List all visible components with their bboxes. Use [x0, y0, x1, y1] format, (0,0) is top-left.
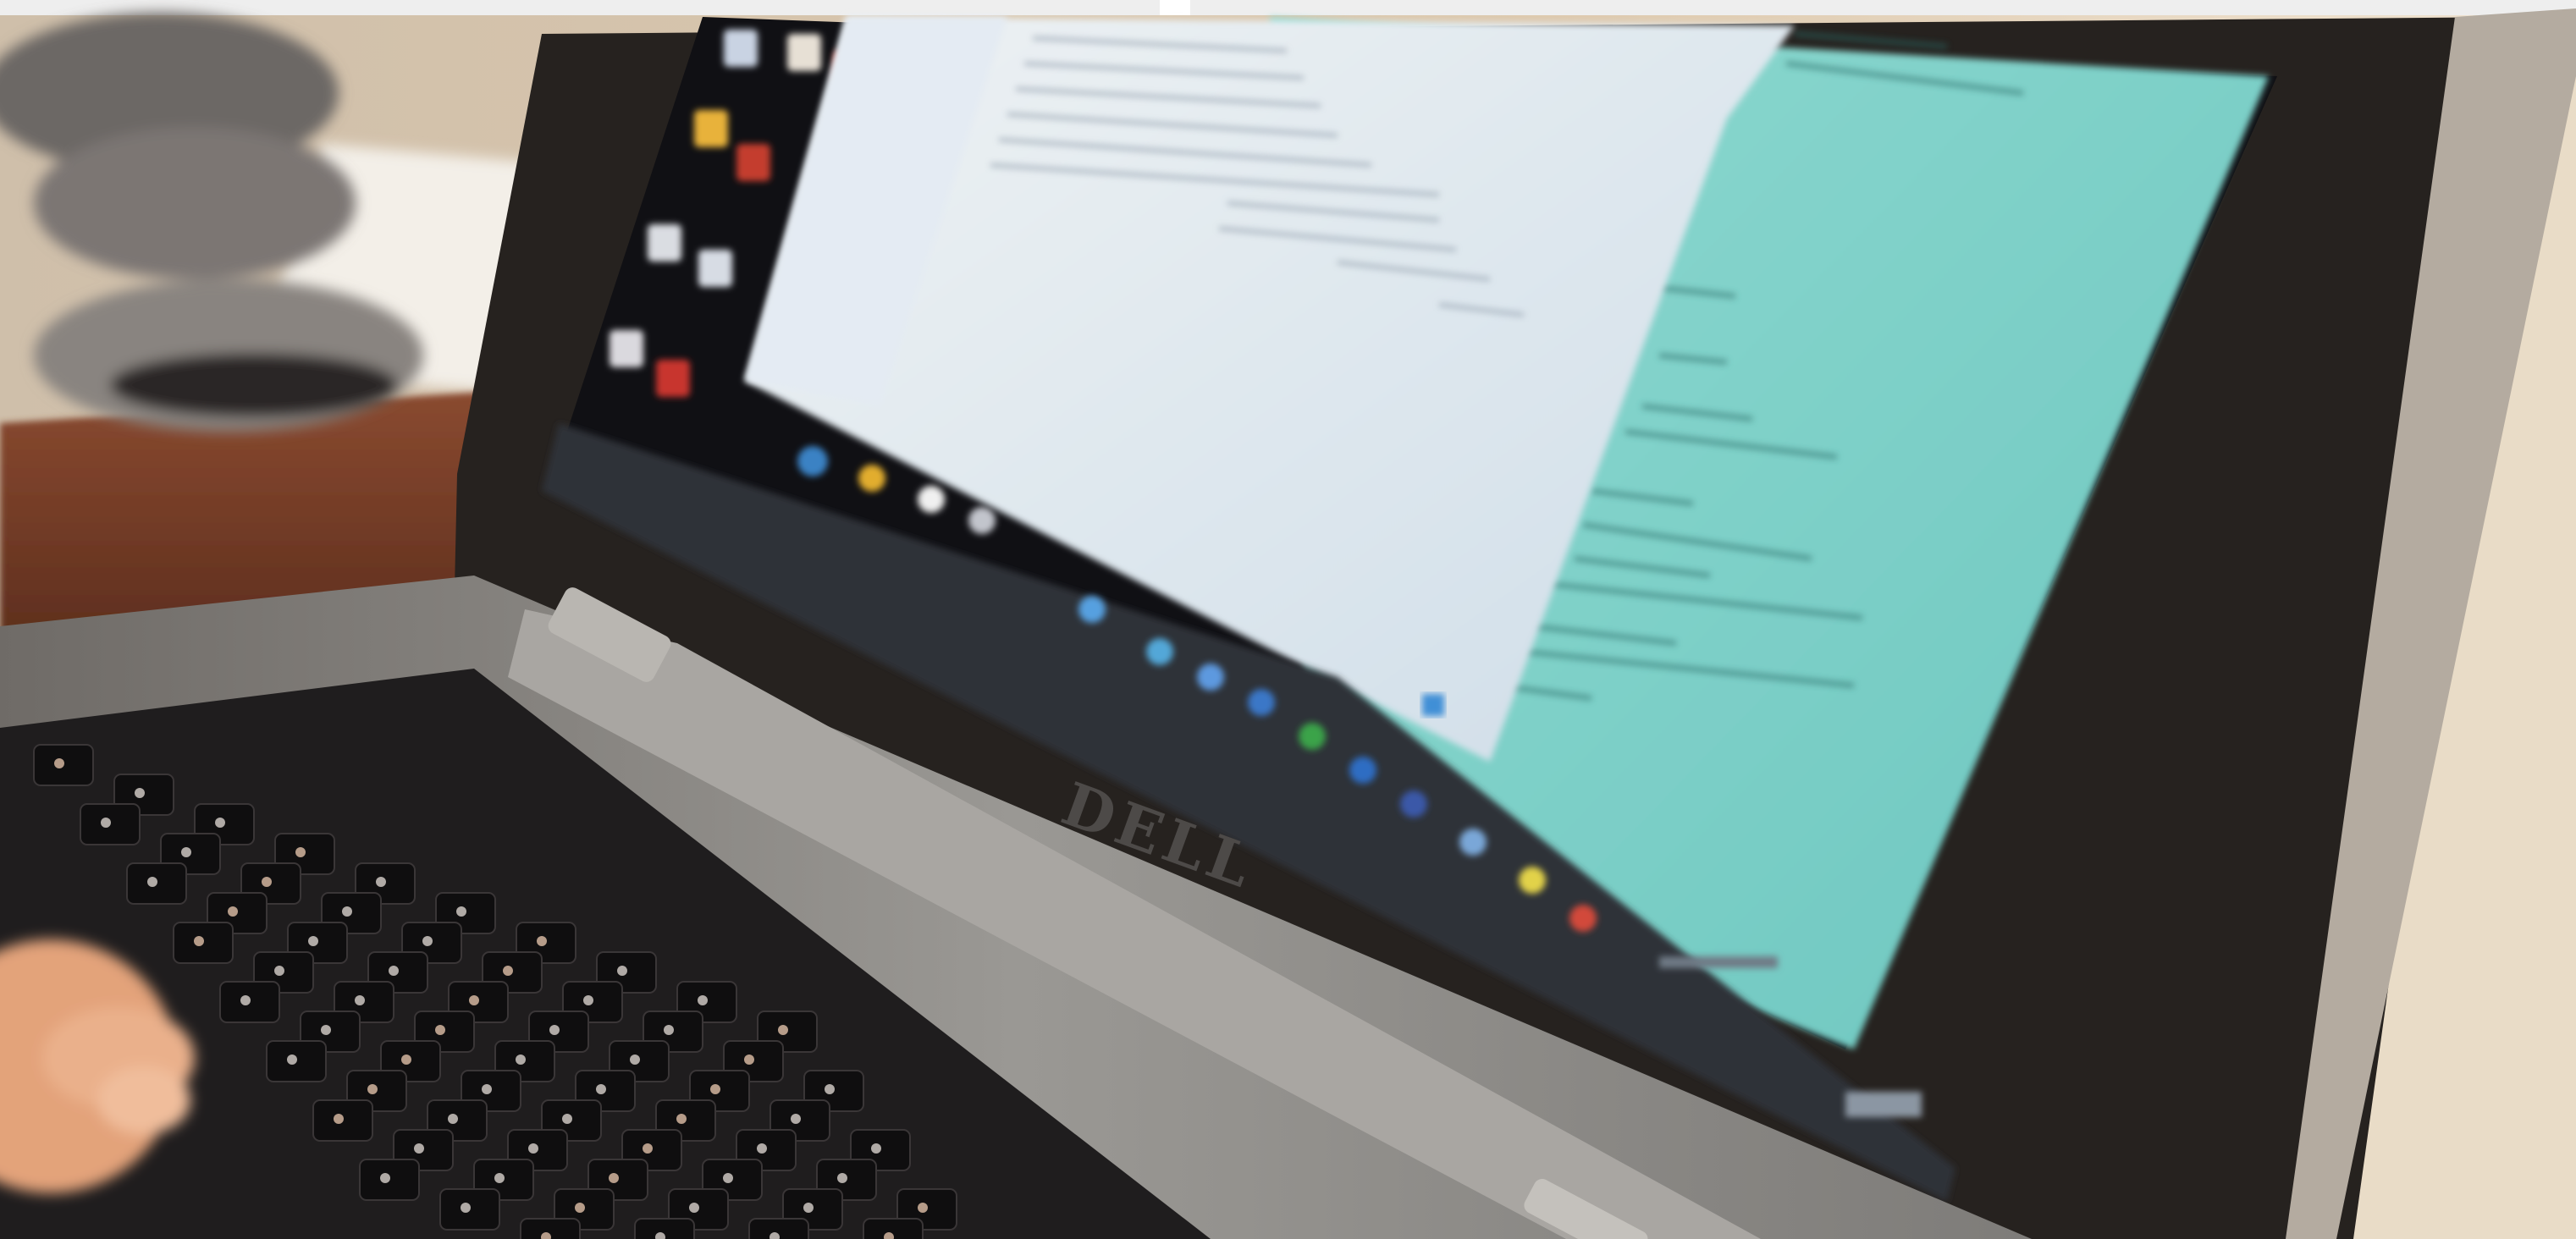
key-glyph [710, 1084, 720, 1094]
key-glyph [422, 936, 433, 946]
key-glyph [355, 995, 365, 1005]
key-glyph [461, 1203, 471, 1213]
key-glyph [367, 1084, 378, 1094]
key-glyph [240, 995, 251, 1005]
key-glyph [596, 1084, 606, 1094]
key-glyph [448, 1114, 458, 1124]
key-glyph [342, 906, 352, 917]
key-glyph [274, 966, 284, 976]
key-glyph [723, 1173, 733, 1183]
key-glyph [435, 1025, 445, 1035]
key-glyph [562, 1114, 572, 1124]
key-glyph [414, 1143, 424, 1154]
key-glyph [837, 1173, 847, 1183]
key-glyph [262, 877, 272, 887]
key-glyph [825, 1084, 835, 1094]
key-glyph [494, 1173, 505, 1183]
laptop-photo: DELL [0, 0, 2576, 1239]
key-glyph [321, 1025, 331, 1035]
key-glyph [757, 1143, 767, 1154]
key-glyph [630, 1055, 640, 1065]
key-glyph [482, 1084, 492, 1094]
key-glyph [516, 1055, 526, 1065]
key-glyph [791, 1114, 801, 1124]
key-glyph [194, 936, 204, 946]
key-glyph [308, 936, 318, 946]
key-glyph [778, 1025, 788, 1035]
key-glyph [228, 906, 238, 917]
top-strip-gap [1160, 0, 1190, 15]
window-status-icon [1422, 694, 1444, 716]
key-glyph [609, 1173, 619, 1183]
key-glyph [456, 906, 466, 917]
key-glyph [135, 788, 145, 798]
key-glyph [664, 1025, 674, 1035]
key-glyph [295, 847, 306, 857]
key-glyph [698, 995, 708, 1005]
key-glyph [537, 936, 547, 946]
key-glyph [643, 1143, 653, 1154]
key-glyph [181, 847, 191, 857]
key-glyph [101, 818, 111, 828]
key-glyph [401, 1055, 411, 1065]
key-glyph [215, 818, 225, 828]
key-glyph [575, 1203, 585, 1213]
key-glyph [147, 877, 157, 887]
key-glyph [676, 1114, 687, 1124]
key-glyph [549, 1025, 560, 1035]
key-glyph [871, 1143, 881, 1154]
key-glyph [583, 995, 593, 1005]
key-glyph [380, 1173, 390, 1183]
key-glyph [617, 966, 627, 976]
key-glyph [803, 1203, 814, 1213]
key-glyph [528, 1143, 538, 1154]
key-glyph [389, 966, 399, 976]
key-glyph [689, 1203, 699, 1213]
top-strip [0, 0, 2576, 15]
key-glyph [918, 1203, 928, 1213]
key-glyph [287, 1055, 297, 1065]
key-glyph [54, 758, 64, 768]
key-glyph [334, 1114, 344, 1124]
key-glyph [503, 966, 513, 976]
key-glyph [744, 1055, 754, 1065]
photo-scene: DELL [0, 0, 2576, 1239]
key-glyph [376, 877, 386, 887]
key-glyph [469, 995, 479, 1005]
